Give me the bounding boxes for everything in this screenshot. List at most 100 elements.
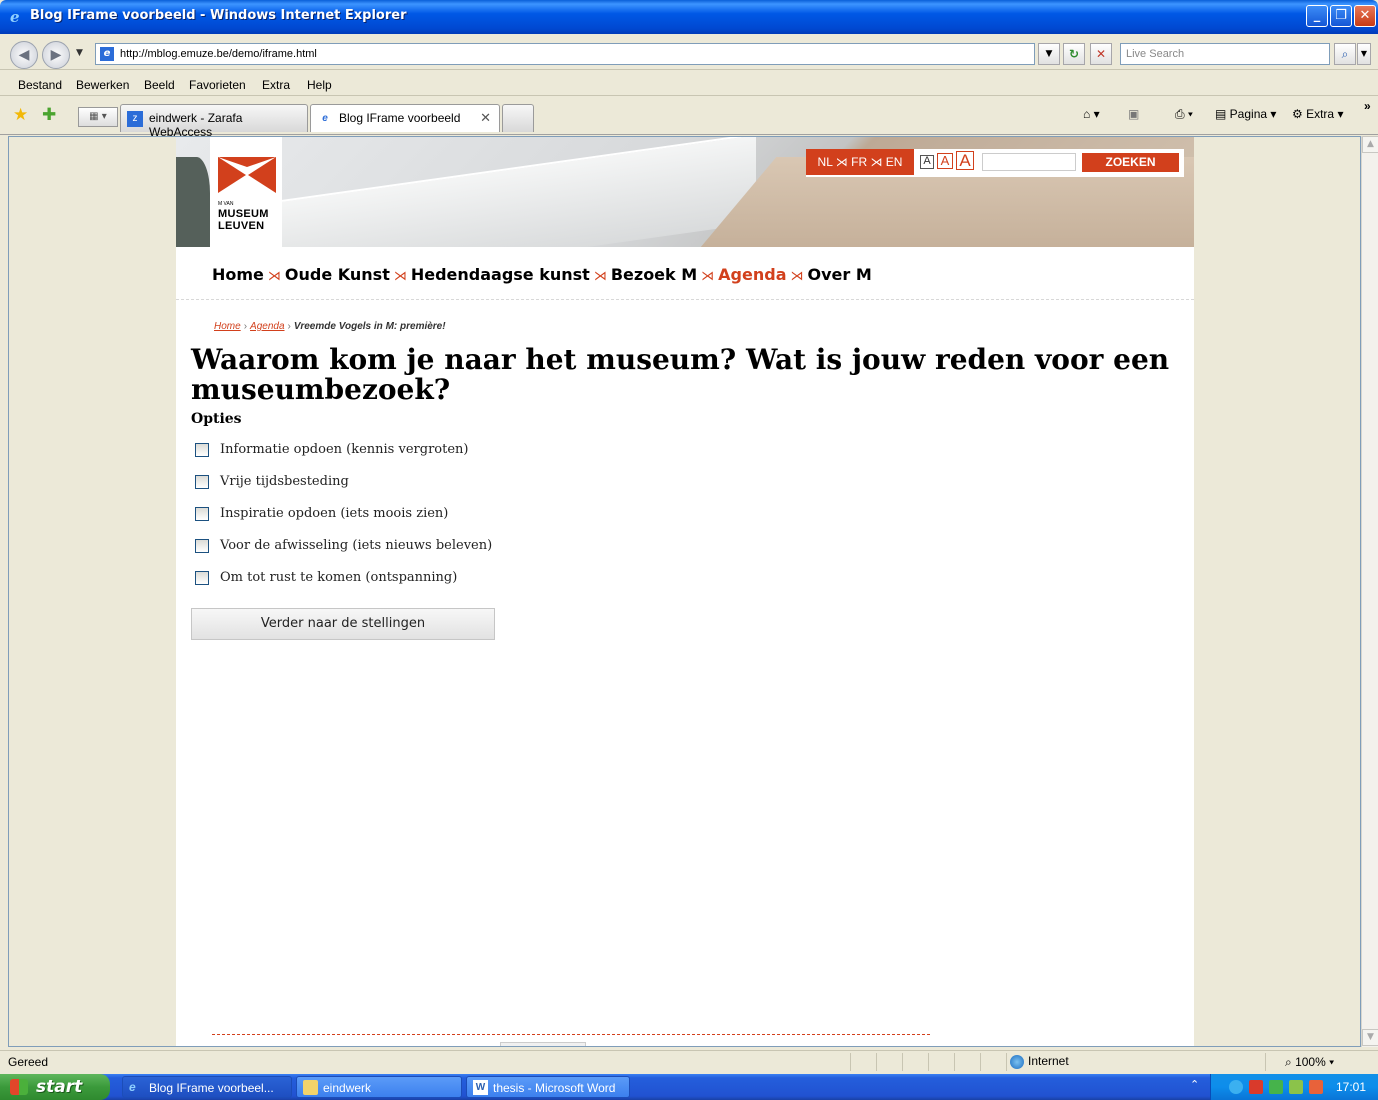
page-menu[interactable]: ▤ Pagina ▾ (1215, 107, 1276, 121)
menu-help[interactable]: Help (307, 78, 332, 92)
search-button[interactable]: ZOEKEN (1082, 153, 1179, 172)
window-title: Blog IFrame voorbeeld - Windows Internet… (30, 8, 407, 23)
breadcrumb-home[interactable]: Home (214, 321, 241, 332)
taskbar-item-label: eindwerk (323, 1081, 372, 1095)
favorites-star-icon[interactable]: ★ (13, 105, 28, 125)
search-input[interactable]: Live Search (1120, 43, 1330, 65)
nav-bezoek[interactable]: Bezoek M (611, 265, 697, 284)
nav-home[interactable]: Home (212, 265, 264, 284)
nav-separator-icon: ⋊ (393, 269, 407, 284)
vertical-scrollbar[interactable]: ▲ ▼ (1361, 136, 1378, 1047)
status-text: Gereed (8, 1055, 49, 1069)
nav-oude-kunst[interactable]: Oude Kunst (285, 265, 390, 284)
status-bar: Gereed Internet ⌕ 100% ▾ (0, 1050, 1378, 1072)
menu-favorieten[interactable]: Favorieten (189, 78, 246, 92)
font-size-medium[interactable]: A (937, 153, 953, 169)
language-switcher[interactable]: NL ⋊ FR ⋊ EN (806, 149, 914, 175)
minimize-button[interactable]: _ (1306, 5, 1328, 27)
feeds-icon[interactable]: ▣ (1128, 107, 1139, 121)
option-label[interactable]: Voor de afwisseling (iets nieuws beleven… (220, 538, 492, 553)
font-size-large[interactable]: A (956, 151, 974, 170)
main-navigation: Home ⋊ Oude Kunst ⋊ Hedendaagse kunst ⋊ Bezoek… (212, 265, 872, 284)
museum-logo[interactable]: M VAN MUSEUM LEUVEN (210, 137, 282, 247)
taskbar-ie-window[interactable]: e Blog IFrame voorbeel... (122, 1076, 292, 1098)
home-icon[interactable]: ⌂ ▾ (1083, 107, 1100, 121)
close-button[interactable]: ✕ (1354, 5, 1376, 27)
address-url[interactable]: http://mblog.emuze.be/demo/iframe.html (120, 48, 317, 60)
option-label[interactable]: Om tot rust te komen (ontspanning) (220, 570, 457, 585)
address-dropdown-icon[interactable]: ▼ (1038, 43, 1060, 65)
font-size-small[interactable]: A (920, 155, 934, 169)
scroll-up-icon[interactable]: ▲ (1362, 136, 1378, 153)
site-search-input[interactable] (982, 153, 1076, 171)
tools-menu-label: Extra (1306, 107, 1335, 121)
history-dropdown-icon[interactable]: ▼ (76, 48, 83, 58)
security-zone[interactable]: Internet (1010, 1054, 1069, 1069)
nav-divider (176, 299, 1194, 300)
network-icon[interactable] (1229, 1080, 1243, 1094)
menu-bar: Bestand Bewerken Beeld Favorieten Extra … (0, 72, 1378, 96)
antivirus-icon[interactable] (1249, 1080, 1263, 1094)
scroll-down-icon[interactable]: ▼ (1362, 1029, 1378, 1046)
option-checkbox[interactable] (195, 475, 209, 489)
m-logo-icon (218, 157, 276, 193)
breadcrumb-current: Vreemde Vogels in M: première! (293, 321, 446, 332)
quick-tabs-icon[interactable]: ▦ ▾ (78, 107, 118, 127)
tab-close-icon[interactable]: ✕ (480, 110, 491, 126)
menu-bestand[interactable]: Bestand (18, 78, 62, 92)
globe-icon (1010, 1054, 1024, 1069)
browser-viewport: M VAN MUSEUM LEUVEN NL ⋊ FR ⋊ EN A A A Z… (8, 136, 1361, 1047)
option-checkbox[interactable] (195, 539, 209, 553)
nav-separator-icon: ⋊ (701, 269, 715, 284)
taskbar-word-window[interactable]: W thesis - Microsoft Word (466, 1076, 630, 1098)
messenger-icon[interactable] (1309, 1080, 1323, 1094)
taskbar-eindwerk-folder[interactable]: eindwerk (296, 1076, 462, 1098)
menu-beeld[interactable]: Beeld (144, 78, 175, 92)
zarafa-tab-icon: z (127, 111, 143, 127)
nav-hedendaagse-kunst[interactable]: Hedendaagse kunst (411, 265, 590, 284)
tools-menu[interactable]: ⚙ Extra ▾ (1292, 107, 1343, 121)
maximize-button[interactable]: ❐ (1330, 5, 1352, 27)
new-tab-button[interactable] (502, 104, 534, 132)
nav-separator-icon: ⋊ (593, 269, 607, 284)
windows-taskbar: start e Blog IFrame voorbeel... eindwerk… (0, 1074, 1378, 1100)
print-icon[interactable]: ⎙ ▾ (1175, 107, 1193, 122)
footer-tabs (500, 1042, 586, 1046)
breadcrumb-agenda[interactable]: Agenda (250, 321, 284, 332)
banner-roof-image (276, 137, 756, 247)
address-bar[interactable]: e http://mblog.emuze.be/demo/iframe.html (95, 43, 1035, 65)
zoom-label: 100% (1295, 1055, 1326, 1069)
option-checkbox[interactable] (195, 571, 209, 585)
nav-over[interactable]: Over M (808, 265, 872, 284)
tray-app-icon[interactable] (1289, 1080, 1303, 1094)
back-button[interactable]: ◀ (10, 41, 38, 69)
taskbar-item-label: thesis - Microsoft Word (493, 1081, 616, 1095)
add-favorite-icon[interactable]: ✚ (42, 105, 56, 125)
zoom-level[interactable]: ⌕ 100% ▾ (1285, 1055, 1334, 1070)
forward-button[interactable]: ▶ (42, 41, 70, 69)
tray-expand-icon[interactable]: ⌃ (1190, 1078, 1199, 1091)
menu-extra[interactable]: Extra (262, 78, 290, 92)
tab-zarafa[interactable]: z eindwerk - Zarafa WebAccess (120, 104, 308, 139)
menu-bewerken[interactable]: Bewerken (76, 78, 129, 92)
option-checkbox[interactable] (195, 443, 209, 457)
ie-tab-icon: e (317, 111, 333, 127)
option-checkbox[interactable] (195, 507, 209, 521)
start-button[interactable]: start (0, 1074, 110, 1100)
option-label[interactable]: Informatie opdoen (kennis vergroten) (220, 442, 468, 457)
tab-blog-iframe[interactable]: e Blog IFrame voorbeeld ✕ (310, 104, 500, 132)
more-commands-icon[interactable]: » (1364, 99, 1371, 113)
search-options-icon[interactable]: ▼ (1357, 43, 1371, 65)
tray-app-icon[interactable] (1269, 1080, 1283, 1094)
refresh-icon[interactable]: ↻ (1063, 43, 1085, 65)
option-label[interactable]: Vrije tijdsbesteding (220, 474, 349, 489)
stop-icon[interactable]: ✕ (1090, 43, 1112, 65)
next-statements-button[interactable]: Verder naar de stellingen (191, 608, 495, 640)
logo-line2: LEUVEN (218, 220, 265, 232)
window-title-bar[interactable]: e Blog IFrame voorbeeld - Windows Intern… (0, 0, 1378, 34)
nav-agenda[interactable]: Agenda (718, 265, 786, 284)
clock[interactable]: 17:01 (1336, 1080, 1366, 1094)
option-label[interactable]: Inspiratie opdoen (iets moois zien) (220, 506, 448, 521)
search-icon[interactable]: ⌕ (1334, 43, 1356, 65)
banner-tree-image (176, 157, 210, 247)
